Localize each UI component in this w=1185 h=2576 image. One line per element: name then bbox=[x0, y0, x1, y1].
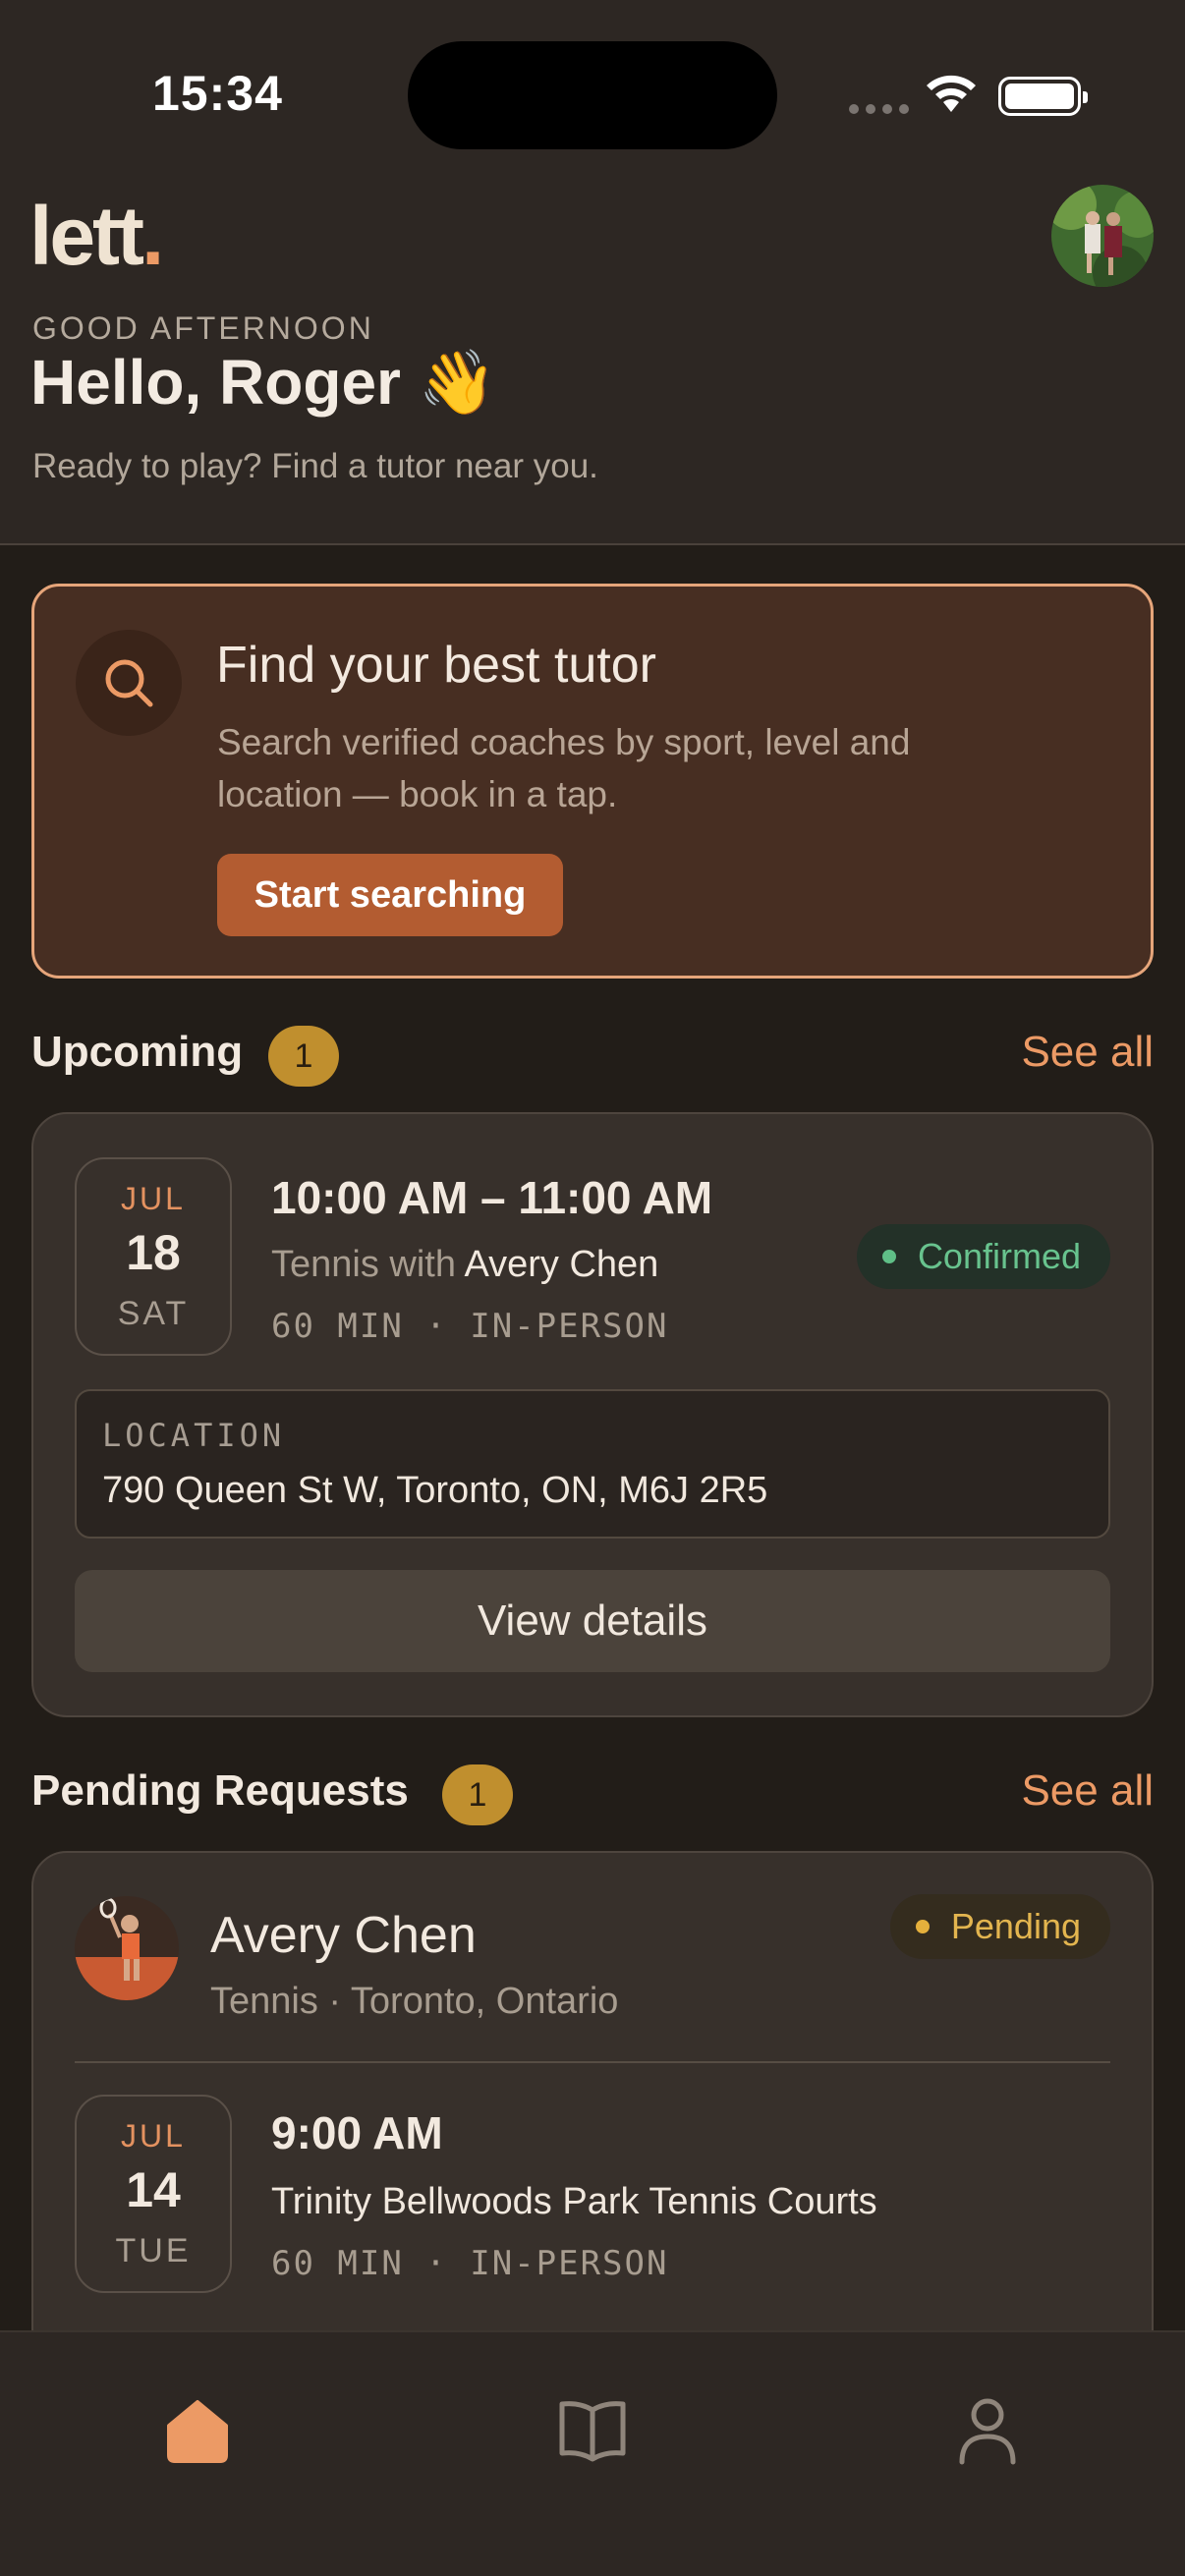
cellular-signal-icon bbox=[849, 104, 909, 114]
bottom-tab-bar bbox=[0, 2330, 1185, 2576]
dynamic-island bbox=[408, 41, 777, 149]
find-tutor-card: Find your best tutor Search verified coa… bbox=[31, 584, 1154, 979]
request-time: 9:00 AM bbox=[271, 2107, 443, 2158]
book-icon bbox=[559, 2401, 626, 2462]
location-label: LOCATION bbox=[102, 1417, 286, 1454]
user-avatar[interactable] bbox=[1051, 185, 1154, 287]
upcoming-title: Upcoming bbox=[31, 1028, 244, 1076]
coach-name: Avery Chen bbox=[210, 1907, 477, 1964]
pending-count-badge: 1 bbox=[442, 1764, 513, 1825]
location-box: LOCATION 790 Queen St W, Toronto, ON, M6… bbox=[75, 1389, 1110, 1539]
request-date: JUL 14 TUE bbox=[75, 2095, 232, 2293]
promo-title: Find your best tutor bbox=[216, 637, 656, 694]
home-icon bbox=[167, 2400, 228, 2463]
app-logo: lett. bbox=[29, 190, 164, 282]
start-searching-button[interactable]: Start searching bbox=[217, 854, 563, 936]
tab-profile[interactable] bbox=[929, 2372, 1046, 2490]
status-time: 15:34 bbox=[152, 66, 283, 121]
profile-icon bbox=[959, 2398, 1016, 2465]
greeting-title: Hello, Roger 👋 bbox=[30, 347, 497, 418]
coach-avatar bbox=[75, 1896, 179, 2000]
promo-description: Search verified coaches by sport, level … bbox=[217, 722, 911, 814]
status-badge-confirmed: Confirmed bbox=[856, 1224, 1110, 1289]
request-place: Trinity Bellwoods Park Tennis Courts bbox=[271, 2181, 877, 2222]
pending-see-all-link[interactable]: See all bbox=[1021, 1766, 1154, 1816]
session-meta: 60 MIN · IN-PERSON bbox=[271, 1307, 669, 1346]
coach-subtitle: Tennis · Toronto, Ontario bbox=[210, 1981, 619, 2022]
session-date: JUL 18 SAT bbox=[75, 1157, 232, 1356]
pending-request-card[interactable]: Avery Chen Tennis · Toronto, Ontario Pen… bbox=[31, 1851, 1154, 2401]
view-details-button[interactable]: View details bbox=[75, 1570, 1110, 1672]
greeting-kicker: GOOD AFTERNOON bbox=[32, 310, 374, 346]
upcoming-count-badge: 1 bbox=[268, 1026, 339, 1087]
wifi-icon bbox=[927, 75, 976, 112]
session-coach: Tennis with Avery Chen bbox=[271, 1244, 659, 1285]
battery-icon bbox=[998, 77, 1088, 116]
header: 15:34 lett. GOOD AFTERNOON Hello, Roger … bbox=[0, 0, 1185, 545]
session-time: 10:00 AM – 11:00 AM bbox=[271, 1172, 713, 1223]
pending-title: Pending Requests bbox=[31, 1766, 409, 1815]
upcoming-see-all-link[interactable]: See all bbox=[1021, 1028, 1154, 1077]
divider bbox=[75, 2061, 1110, 2063]
request-meta: 60 MIN · IN-PERSON bbox=[271, 2244, 669, 2283]
upcoming-session-card[interactable]: JUL 18 SAT 10:00 AM – 11:00 AM Tennis wi… bbox=[31, 1112, 1154, 1717]
status-badge-pending: Pending bbox=[889, 1894, 1110, 1959]
location-value: 790 Queen St W, Toronto, ON, M6J 2R5 bbox=[102, 1470, 768, 1511]
greeting-subtitle: Ready to play? Find a tutor near you. bbox=[32, 447, 598, 485]
search-icon bbox=[76, 630, 182, 736]
tab-bookings[interactable] bbox=[534, 2372, 651, 2490]
tab-home[interactable] bbox=[139, 2372, 256, 2490]
